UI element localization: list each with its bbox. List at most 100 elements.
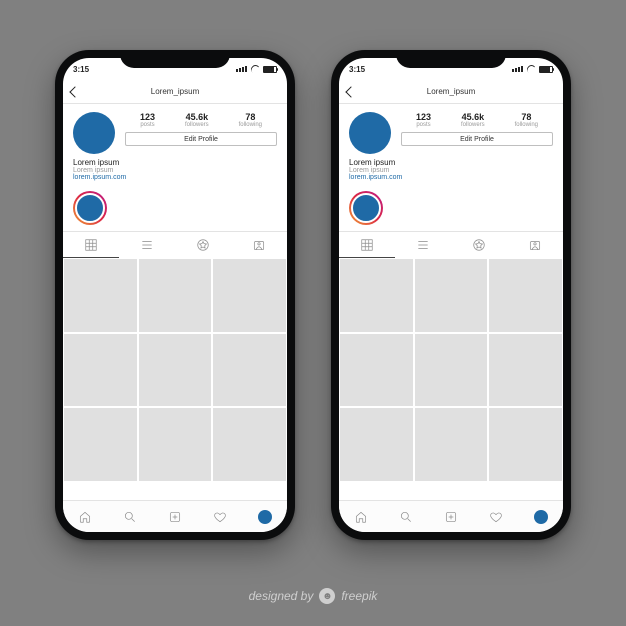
list-icon <box>416 238 430 252</box>
freepik-logo-icon: ☻ <box>319 588 335 604</box>
tab-starred[interactable] <box>175 232 231 258</box>
tagged-icon <box>528 238 542 252</box>
tagged-icon <box>252 238 266 252</box>
post-thumbnail[interactable] <box>64 408 137 481</box>
story-highlights <box>63 187 287 231</box>
profile-bio: Lorem ipsum Lorem ipsum lorem.ipsum.com <box>63 158 287 187</box>
search-icon <box>123 510 137 524</box>
status-time: 3:15 <box>73 65 89 74</box>
post-thumbnail[interactable] <box>489 259 562 332</box>
battery-icon <box>263 66 277 73</box>
tab-list[interactable] <box>119 232 175 258</box>
back-button[interactable] <box>71 80 79 103</box>
tab-tagged[interactable] <box>231 232 287 258</box>
bio-link[interactable]: lorem.ipsum.com <box>73 174 277 181</box>
status-time: 3:15 <box>349 65 365 74</box>
post-thumbnail[interactable] <box>64 259 137 332</box>
post-thumbnail[interactable] <box>340 408 413 481</box>
post-thumbnail[interactable] <box>64 334 137 407</box>
content-tabs <box>339 231 563 258</box>
profile-bio: Lorem ipsum Lorem ipsum lorem.ipsum.com <box>339 158 563 187</box>
story-highlight[interactable] <box>73 191 107 225</box>
nav-activity[interactable] <box>487 508 505 526</box>
post-grid <box>339 258 563 500</box>
profile-summary: 123posts 45.6kfollowers 78following Edit… <box>339 104 563 158</box>
post-thumbnail[interactable] <box>415 334 488 407</box>
post-thumbnail[interactable] <box>340 259 413 332</box>
nav-profile[interactable] <box>532 508 550 526</box>
screen: 3:15 Lorem_ipsum 123posts 45.6kfollowers <box>339 58 563 532</box>
search-icon <box>399 510 413 524</box>
chevron-left-icon <box>345 86 356 97</box>
bio-desc: Lorem ipsum <box>349 167 553 174</box>
status-indicators <box>512 65 553 73</box>
tab-tagged[interactable] <box>507 232 563 258</box>
tab-list[interactable] <box>395 232 451 258</box>
story-thumbnail <box>75 193 105 223</box>
post-thumbnail[interactable] <box>213 259 286 332</box>
add-icon <box>444 510 458 524</box>
phone-mockup-left: 3:15 Lorem_ipsum 123posts 45.6kfollowers <box>55 50 295 540</box>
post-thumbnail[interactable] <box>489 408 562 481</box>
post-thumbnail[interactable] <box>489 334 562 407</box>
avatar[interactable] <box>73 112 115 154</box>
post-thumbnail[interactable] <box>139 259 212 332</box>
star-icon <box>472 238 486 252</box>
header-username: Lorem_ipsum <box>151 87 199 96</box>
edit-profile-button[interactable]: Edit Profile <box>125 132 277 146</box>
post-thumbnail[interactable] <box>139 334 212 407</box>
nav-add[interactable] <box>442 508 460 526</box>
profile-dot-icon <box>258 510 272 524</box>
stat-followers[interactable]: 45.6kfollowers <box>461 112 485 128</box>
post-thumbnail[interactable] <box>340 334 413 407</box>
phone-notch <box>120 50 230 68</box>
stat-following[interactable]: 78following <box>515 112 538 128</box>
post-thumbnail[interactable] <box>415 259 488 332</box>
back-button[interactable] <box>347 80 355 103</box>
post-thumbnail[interactable] <box>139 408 212 481</box>
stat-following[interactable]: 78following <box>239 112 262 128</box>
post-grid <box>63 258 287 500</box>
bio-name: Lorem ipsum <box>73 158 277 167</box>
nav-profile[interactable] <box>256 508 274 526</box>
attribution-brand: freepik <box>341 589 377 603</box>
post-thumbnail[interactable] <box>213 408 286 481</box>
nav-home[interactable] <box>76 508 94 526</box>
tab-grid[interactable] <box>339 232 395 258</box>
post-thumbnail[interactable] <box>213 334 286 407</box>
post-thumbnail[interactable] <box>415 408 488 481</box>
bottom-nav <box>339 500 563 532</box>
profile-header: Lorem_ipsum <box>63 80 287 104</box>
list-icon <box>140 238 154 252</box>
bio-desc: Lorem ipsum <box>73 167 277 174</box>
nav-search[interactable] <box>397 508 415 526</box>
content-tabs <box>63 231 287 258</box>
tab-starred[interactable] <box>451 232 507 258</box>
story-highlight[interactable] <box>349 191 383 225</box>
add-icon <box>168 510 182 524</box>
phone-notch <box>396 50 506 68</box>
bottom-nav <box>63 500 287 532</box>
nav-activity[interactable] <box>211 508 229 526</box>
phone-mockup-right: 3:15 Lorem_ipsum 123posts 45.6kfollowers <box>331 50 571 540</box>
nav-search[interactable] <box>121 508 139 526</box>
tab-grid[interactable] <box>63 232 119 258</box>
stat-posts[interactable]: 123posts <box>416 112 431 128</box>
star-icon <box>196 238 210 252</box>
edit-profile-button[interactable]: Edit Profile <box>401 132 553 146</box>
story-thumbnail <box>351 193 381 223</box>
bio-link[interactable]: lorem.ipsum.com <box>349 174 553 181</box>
stat-followers[interactable]: 45.6kfollowers <box>185 112 209 128</box>
heart-icon <box>489 510 503 524</box>
nav-home[interactable] <box>352 508 370 526</box>
avatar[interactable] <box>349 112 391 154</box>
nav-add[interactable] <box>166 508 184 526</box>
story-highlights <box>339 187 563 231</box>
home-icon <box>354 510 368 524</box>
profile-dot-icon <box>534 510 548 524</box>
attribution: designed by ☻ freepik <box>0 588 626 604</box>
grid-icon <box>84 238 98 252</box>
stat-posts[interactable]: 123posts <box>140 112 155 128</box>
profile-stats: 123posts 45.6kfollowers 78following <box>401 112 553 128</box>
battery-icon <box>539 66 553 73</box>
